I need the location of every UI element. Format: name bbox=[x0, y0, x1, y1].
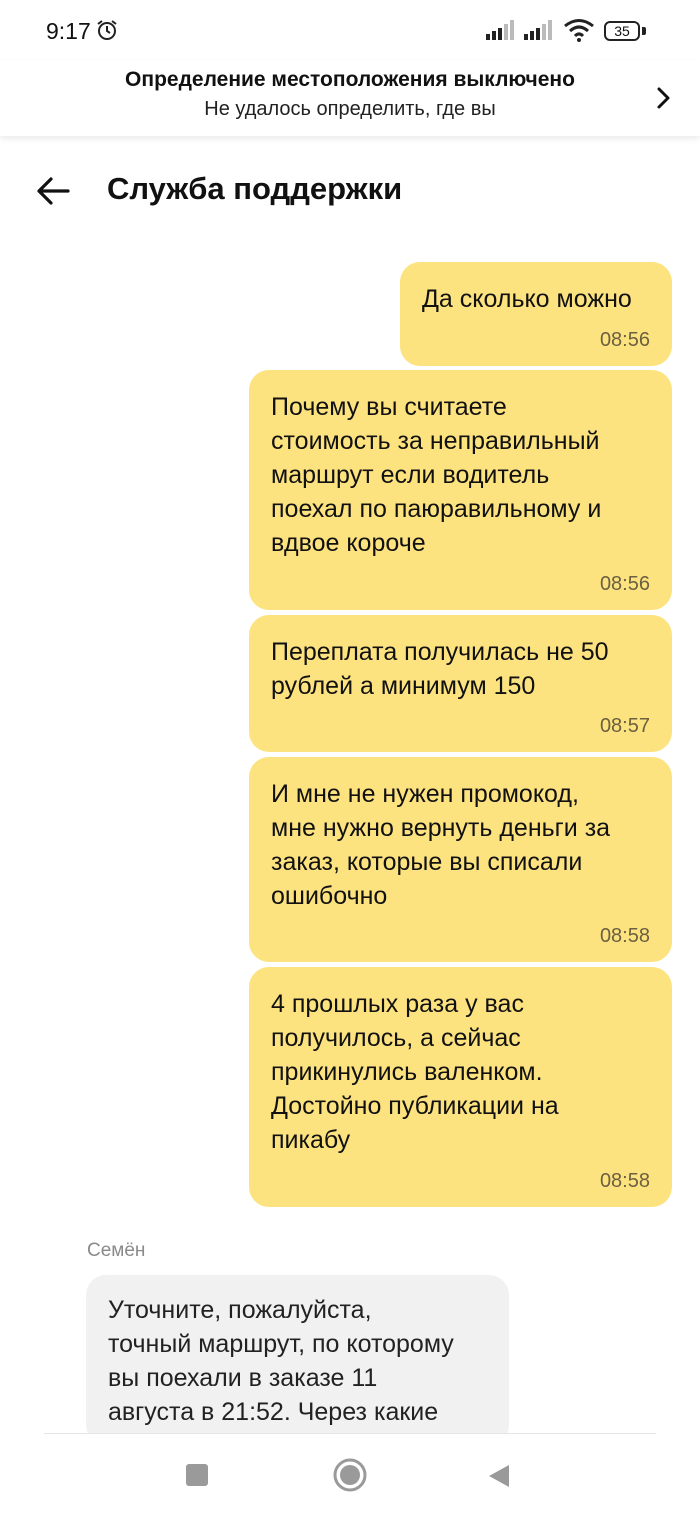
message-text: Да сколько можно bbox=[422, 285, 632, 313]
battery-tip bbox=[642, 27, 646, 35]
message-text: Переплата получилась не 50 рублей а мини… bbox=[271, 638, 609, 700]
message-text: Почему вы считаете стоимость за неправил… bbox=[271, 393, 602, 557]
incoming-message-bubble[interactable]: Уточните, пожалуйста, точный маршрут, по… bbox=[86, 1275, 509, 1445]
sender-name: Семён bbox=[87, 1240, 146, 1261]
message-text: Уточните, пожалуйста, точный маршрут, по… bbox=[108, 1296, 454, 1426]
message-text: И мне не нужен промокод, мне нужно верну… bbox=[271, 780, 611, 910]
message-bubble[interactable]: И мне не нужен промокод, мне нужно верну… bbox=[249, 757, 672, 962]
message-bubble[interactable]: 4 прошлых раза у вас получилось, а сейча… bbox=[249, 967, 672, 1207]
message-time: 08:56 bbox=[599, 329, 650, 351]
signal-icon bbox=[486, 20, 514, 40]
message-text: 4 прошлых раза у вас получилось, а сейча… bbox=[271, 990, 559, 1154]
chevron-right-icon bbox=[657, 87, 670, 109]
back-icon[interactable] bbox=[488, 1464, 510, 1488]
message-time: 08:58 bbox=[599, 1170, 650, 1192]
message-time: 08:57 bbox=[599, 715, 650, 737]
back-arrow-icon[interactable] bbox=[34, 172, 72, 210]
message-bubble[interactable]: Переплата получилась не 50 рублей а мини… bbox=[249, 615, 672, 752]
message-time: 08:56 bbox=[599, 573, 650, 595]
location-banner[interactable]: Определение местоположения выключено Не … bbox=[0, 60, 700, 136]
recents-icon[interactable] bbox=[186, 1464, 208, 1486]
location-banner-title: Определение местоположения выключено bbox=[125, 68, 575, 91]
page-title: Служба поддержки bbox=[107, 171, 403, 206]
system-nav-bar bbox=[0, 1434, 700, 1517]
status-bar: 9:17 35 bbox=[0, 0, 700, 60]
message-bubble[interactable]: Почему вы считаете стоимость за неправил… bbox=[249, 370, 672, 610]
location-banner-subtitle: Не удалось определить, где вы bbox=[204, 98, 496, 120]
home-icon[interactable] bbox=[333, 1458, 367, 1492]
message-bubble[interactable]: Да сколько можно 08:56 bbox=[400, 262, 672, 366]
message-time: 08:58 bbox=[599, 925, 650, 947]
wifi-icon bbox=[564, 19, 594, 42]
alarm-icon bbox=[97, 20, 117, 40]
status-time: 9:17 bbox=[46, 18, 91, 44]
battery-icon: 35 bbox=[604, 21, 640, 41]
signal-icon bbox=[524, 20, 552, 40]
